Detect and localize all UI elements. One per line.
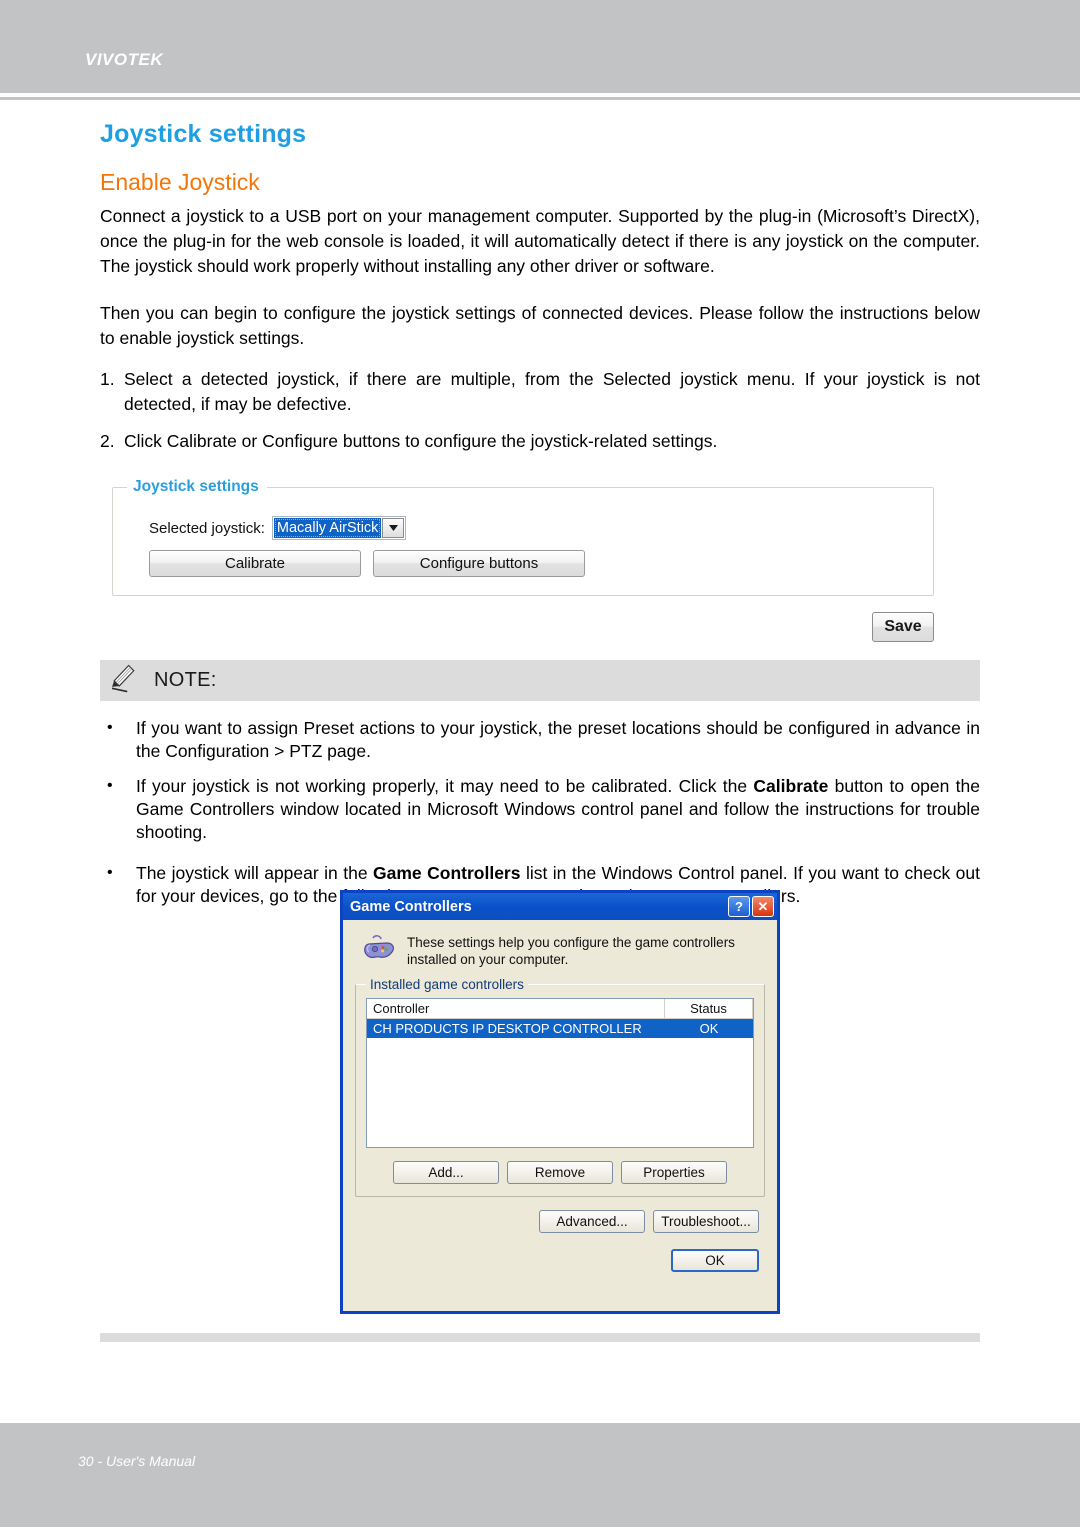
dialog-intro-text: These settings help you configure the ga… <box>407 935 735 967</box>
note-text-pre: The joystick will appear in the <box>136 863 374 883</box>
instruction-steps-list: 1. Select a detected joystick, if there … <box>100 367 980 454</box>
note-text-bold: Game Controllers <box>373 863 521 883</box>
help-icon[interactable]: ? <box>728 896 750 917</box>
controller-actions-row: Add... Remove Properties <box>366 1161 754 1184</box>
section-title-enable-joystick: Enable Joystick <box>100 169 260 195</box>
note-title: NOTE: <box>154 669 217 691</box>
column-header-controller[interactable]: Controller <box>367 999 665 1018</box>
joystick-action-buttons: Calibrate Configure buttons <box>149 550 919 577</box>
footer-page-label: 30 - User's Manual <box>78 1453 196 1469</box>
dialog-secondary-actions: Advanced... Troubleshoot... <box>353 1210 759 1233</box>
note-text-pre: If your joystick is not working properly… <box>136 776 754 796</box>
close-icon[interactable]: ✕ <box>752 896 774 917</box>
note-text-bold: Calibrate <box>753 776 829 796</box>
save-button-row: Save <box>112 612 934 642</box>
game-controllers-dialog: Game Controllers ? ✕ These settings help… <box>340 890 780 1314</box>
calibrate-button[interactable]: Calibrate <box>149 550 361 577</box>
step-text: Select a detected joystick, if there are… <box>124 369 980 414</box>
intro-paragraph-1: Connect a joystick to a USB port on your… <box>100 206 980 276</box>
note-body: • If you want to assign Preset actions t… <box>100 701 980 908</box>
step-text: Click Calibrate or Configure buttons to … <box>124 431 718 451</box>
properties-button[interactable]: Properties <box>621 1161 727 1184</box>
list-item: • If you want to assign Preset actions t… <box>100 717 980 763</box>
selected-joystick-label: Selected joystick: <box>149 519 265 537</box>
listview-header: Controller Status <box>367 999 753 1019</box>
cell-controller-status: OK <box>699 1021 719 1036</box>
footer-divider-rule <box>100 1333 980 1342</box>
dialog-intro: These settings help you configure the ga… <box>361 934 767 969</box>
page-title: Joystick settings <box>100 120 307 148</box>
table-row[interactable]: CH PRODUCTS IP DESKTOP CONTROLLER OK <box>367 1019 753 1038</box>
list-item: • If your joystick is not working proper… <box>100 775 980 844</box>
bullet-icon: • <box>107 777 113 794</box>
add-button[interactable]: Add... <box>393 1161 499 1184</box>
dialog-confirm-row: OK <box>353 1249 759 1272</box>
list-item: 1. Select a detected joystick, if there … <box>100 367 980 417</box>
selected-joystick-row: Selected joystick: Macally AirStick <box>149 516 919 540</box>
column-header-status[interactable]: Status <box>665 999 753 1018</box>
step-number: 2. <box>100 431 115 451</box>
brand-header-bar: VIVOTEK <box>0 0 1080 93</box>
joystick-settings-legend: Joystick settings <box>133 478 259 495</box>
vivotek-logo: VIVOTEK <box>85 50 164 69</box>
list-item: 2. Click Calibrate or Configure buttons … <box>100 429 980 454</box>
note-text-pre: If you want to assign Preset actions to … <box>136 718 980 761</box>
installed-controllers-legend: Installed game controllers <box>370 977 524 992</box>
installed-controllers-group: Installed game controllers Controller St… <box>355 977 765 1197</box>
save-button[interactable]: Save <box>872 612 934 642</box>
advanced-button[interactable]: Advanced... <box>539 1210 645 1233</box>
dialog-body: These settings help you configure the ga… <box>343 920 777 1280</box>
dialog-titlebar[interactable]: Game Controllers ? ✕ <box>343 893 777 920</box>
chevron-down-icon[interactable] <box>382 518 405 538</box>
note-header: NOTE: <box>100 660 980 701</box>
note-items-list: • If you want to assign Preset actions t… <box>100 717 980 908</box>
dialog-title: Game Controllers <box>350 898 472 915</box>
selected-joystick-value[interactable]: Macally AirStick <box>273 518 382 538</box>
bullet-icon: • <box>107 864 113 881</box>
gamepad-icon <box>361 934 397 969</box>
joystick-settings-fieldset: Joystick settings Selected joystick: Mac… <box>112 478 934 596</box>
page-footer: 30 - User's Manual <box>0 1423 1080 1527</box>
intro-paragraph-2: Then you can begin to configure the joys… <box>100 303 980 348</box>
configure-buttons-button[interactable]: Configure buttons <box>373 550 585 577</box>
step-number: 1. <box>100 369 115 389</box>
remove-button[interactable]: Remove <box>507 1161 613 1184</box>
bullet-icon: • <box>107 719 113 736</box>
joystick-settings-panel: Joystick settings Selected joystick: Mac… <box>112 478 934 596</box>
cell-controller-name: CH PRODUCTS IP DESKTOP CONTROLLER <box>373 1021 642 1036</box>
header-divider-rule <box>0 97 1080 100</box>
ok-button[interactable]: OK <box>671 1249 759 1272</box>
controllers-listview[interactable]: Controller Status CH PRODUCTS IP DESKTOP… <box>366 998 754 1148</box>
pencil-icon <box>109 663 138 698</box>
note-box: NOTE: • If you want to assign Preset act… <box>100 660 980 920</box>
page-content: Joystick settings Enable Joystick Connec… <box>100 120 980 466</box>
troubleshoot-button[interactable]: Troubleshoot... <box>653 1210 759 1233</box>
selected-joystick-dropdown[interactable]: Macally AirStick <box>271 516 407 540</box>
